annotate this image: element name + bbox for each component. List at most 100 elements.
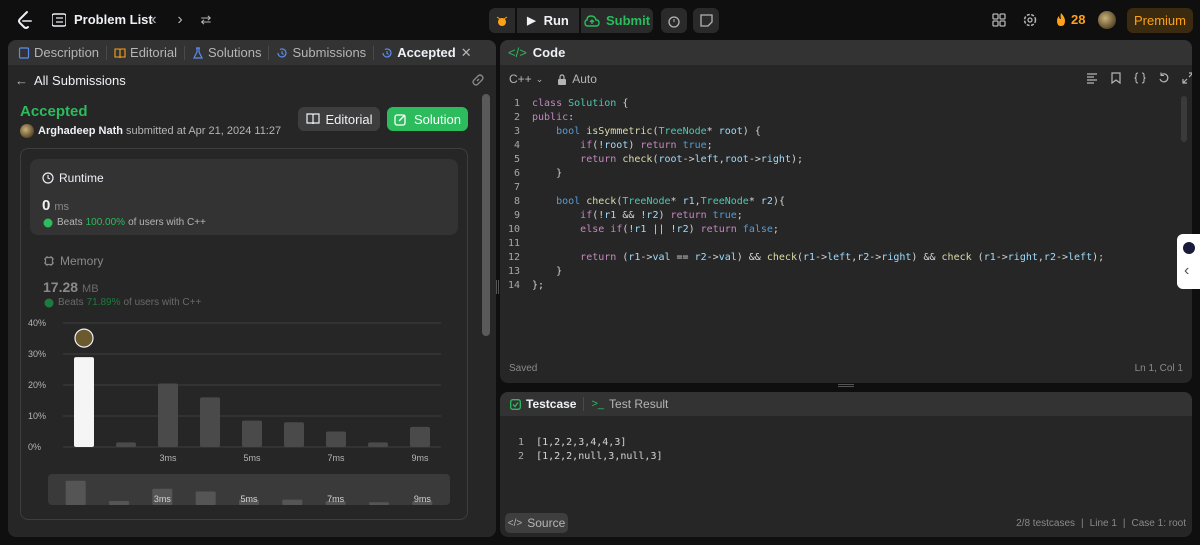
beats-icon	[44, 298, 54, 308]
submit-button[interactable]: Submit	[581, 8, 653, 33]
bar[interactable]	[368, 442, 388, 447]
code-text: return check(root->left,root->right);	[580, 154, 804, 165]
tab-solutions[interactable]: Solutions	[192, 40, 261, 65]
tab-testcase[interactable]: Testcase	[510, 397, 576, 411]
format-icon[interactable]	[1086, 72, 1098, 84]
code-line[interactable]: 6 }	[500, 167, 1192, 181]
problem-list-link[interactable]: Problem List	[74, 12, 153, 27]
reset-icon[interactable]	[1158, 72, 1170, 84]
prev-problem-icon[interactable]: ‹	[144, 10, 164, 30]
bar[interactable]	[242, 420, 262, 447]
all-submissions-link[interactable]: All Submissions	[34, 73, 126, 88]
user-avatar[interactable]	[1098, 11, 1116, 29]
tab-test-result[interactable]: >_ Test Result	[591, 397, 668, 411]
list-icon[interactable]	[52, 13, 66, 27]
runtime-box[interactable]: Runtime 0 ms Beats 100.00% of users with C+…	[30, 159, 458, 235]
run-button[interactable]: ▶ Run	[517, 8, 579, 33]
testcase-tabs: Testcase >_ Test Result	[500, 392, 1192, 416]
code-line[interactable]: 10 else if(!r1 || !r2) return false;	[500, 223, 1192, 237]
panel-scrollbar[interactable]	[481, 94, 491, 537]
memory-title[interactable]: Memory	[43, 254, 103, 268]
code-brackets-icon: </>	[507, 517, 523, 529]
runtime-beats: Beats 100.00% of users with C++	[42, 217, 206, 228]
bar[interactable]	[410, 426, 430, 447]
avatar[interactable]	[20, 124, 34, 138]
code-line[interactable]: 5 return check(root->left,root->right);	[500, 153, 1192, 167]
minimap-bar	[195, 491, 216, 505]
note-icon	[699, 14, 713, 27]
fullscreen-icon[interactable]	[1182, 72, 1192, 84]
code-line[interactable]: 9 if(!r1 && !r2) return true;	[500, 209, 1192, 223]
tab-description[interactable]: Description	[18, 40, 99, 65]
code-line[interactable]: 3 bool isSymmetric(TreeNode* root) {	[500, 125, 1192, 139]
leetcode-logo-icon[interactable]	[16, 10, 34, 30]
solution-button[interactable]: Solution	[387, 107, 468, 131]
tab-accepted[interactable]: Accepted ✕	[381, 40, 472, 65]
extension-icon[interactable]	[1183, 242, 1195, 254]
streak-counter[interactable]: 28	[1055, 12, 1085, 27]
bar[interactable]	[200, 397, 220, 447]
code-text: bool check(TreeNode* r1,TreeNode* r2){	[556, 196, 785, 207]
editorial-button[interactable]: Editorial	[298, 107, 380, 131]
line-number: 10	[507, 224, 520, 235]
bar[interactable]	[116, 442, 136, 447]
testcase-line: 2 [1,2,2,null,3,null,3]	[518, 451, 663, 462]
source-button[interactable]: </> Source	[505, 513, 568, 533]
author-name[interactable]: Arghadeep Nath	[38, 125, 123, 137]
timer-button[interactable]	[661, 8, 687, 33]
bar[interactable]	[284, 422, 304, 447]
code-line[interactable]: 2 public:	[500, 111, 1192, 125]
close-tab-icon[interactable]: ✕	[461, 45, 472, 61]
scrollbar-thumb[interactable]	[482, 94, 490, 336]
code-text: else if(!r1 || !r2) return false;	[580, 224, 779, 235]
shuffle-icon[interactable]: ⇄	[196, 10, 216, 30]
tab-test-result-label: Test Result	[609, 397, 669, 411]
code-text: bool isSymmetric(TreeNode* root) {	[556, 126, 761, 137]
autocomplete-mode[interactable]: Auto	[572, 72, 597, 86]
line-number: 14	[507, 280, 520, 291]
premium-button[interactable]: Premium	[1127, 8, 1193, 33]
testcase-input[interactable]: 1 [1,2,2,3,4,4,3] 2 [1,2,2,null,3,null,3…	[518, 436, 663, 464]
share-link-icon[interactable]	[471, 73, 485, 87]
gear-icon[interactable]	[1021, 11, 1039, 29]
chevron-down-icon[interactable]: ⌄	[536, 74, 544, 85]
language-select[interactable]: C++	[509, 72, 532, 86]
minimap-tick-label: 5ms	[240, 494, 258, 504]
horizontal-splitter-handle[interactable]	[838, 384, 854, 387]
side-drawer-tab[interactable]: ‹	[1177, 234, 1200, 289]
bar[interactable]	[158, 383, 178, 447]
bar-highlighted[interactable]	[74, 357, 94, 447]
bookmark-icon[interactable]	[1110, 72, 1122, 84]
braces-icon[interactable]	[1134, 72, 1146, 84]
code-line[interactable]: 11	[500, 237, 1192, 251]
next-problem-icon[interactable]: ›	[170, 10, 190, 30]
editor-scrollbar[interactable]	[1181, 96, 1187, 142]
notes-button[interactable]	[693, 8, 719, 33]
bar[interactable]	[326, 431, 346, 448]
layout-grid-icon[interactable]	[990, 11, 1008, 29]
code-line[interactable]: 12 return (r1->val == r2->val) && check(…	[500, 251, 1192, 265]
tab-submissions[interactable]: Submissions	[276, 40, 366, 65]
submissions-nav: ← All Submissions	[8, 67, 488, 93]
chevron-left-icon[interactable]: ‹	[1184, 262, 1189, 280]
vertical-splitter-handle[interactable]	[496, 280, 499, 294]
tab-divider	[583, 397, 585, 411]
minimap-bar	[109, 500, 129, 505]
code-line[interactable]: 13 }	[500, 265, 1192, 279]
editor-toolbar: C++ ⌄ Auto	[500, 67, 1192, 91]
source-label: Source	[527, 516, 566, 530]
runtime-distribution-chart[interactable]: 40% 30% 20% 10% 0% 3ms 5ms 7ms 9ms 3ms 5ms 7ms 9ms	[21, 319, 469, 519]
footer-divider: |	[1122, 518, 1126, 529]
flask-icon	[193, 46, 203, 59]
tab-editorial[interactable]: Editorial	[114, 40, 177, 65]
back-arrow-icon[interactable]: ←	[15, 73, 28, 88]
debug-button[interactable]	[489, 8, 515, 33]
code-area[interactable]: 1 class Solution {2 public: 3 bool isSymmet…	[500, 97, 1192, 293]
code-line[interactable]: 4 if(!root) return true;	[500, 139, 1192, 153]
code-line[interactable]: 8 bool check(TreeNode* r1,TreeNode* r2){	[500, 195, 1192, 209]
code-line[interactable]: 1 class Solution {	[500, 97, 1192, 111]
code-line[interactable]: 14};	[500, 279, 1192, 293]
chip-icon	[44, 256, 54, 266]
cloud-upload-icon	[584, 14, 600, 27]
code-line[interactable]: 7	[500, 181, 1192, 195]
